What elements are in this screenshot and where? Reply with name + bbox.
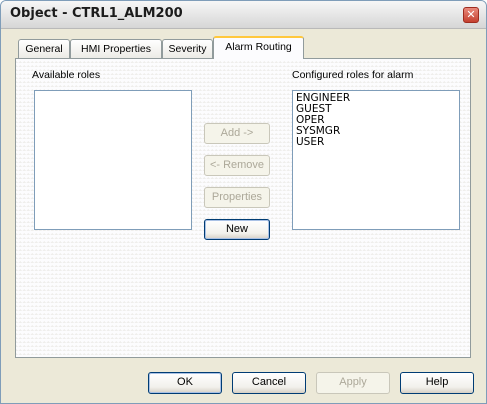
remove-button[interactable]: <- Remove (204, 155, 270, 176)
close-icon[interactable]: ✕ (463, 7, 479, 23)
cancel-button[interactable]: Cancel (232, 372, 306, 394)
tab-general[interactable]: General (18, 39, 70, 58)
list-item[interactable]: USER (293, 137, 459, 148)
available-roles-label: Available roles (32, 69, 101, 81)
available-roles-list[interactable] (34, 90, 192, 230)
new-button[interactable]: New (204, 219, 270, 240)
help-button[interactable]: Help (400, 372, 474, 394)
window-title: Object - CTRL1_ALM200 (10, 6, 183, 21)
properties-button[interactable]: Properties (204, 187, 270, 208)
configured-roles-label: Configured roles for alarm (292, 69, 414, 81)
configured-roles-list[interactable]: ENGINEER GUEST OPER SYSMGR USER (292, 90, 460, 230)
tab-hmi-properties[interactable]: HMI Properties (70, 39, 162, 58)
tab-alarm-routing[interactable]: Alarm Routing (213, 36, 304, 59)
apply-button[interactable]: Apply (316, 372, 390, 394)
ok-button[interactable]: OK (148, 372, 222, 394)
title-bar[interactable]: Object - CTRL1_ALM200 ✕ (1, 1, 486, 29)
object-properties-dialog: Object - CTRL1_ALM200 ✕ General HMI Prop… (0, 0, 487, 404)
add-button[interactable]: Add -> (204, 123, 270, 144)
tab-severity[interactable]: Severity (162, 39, 213, 58)
